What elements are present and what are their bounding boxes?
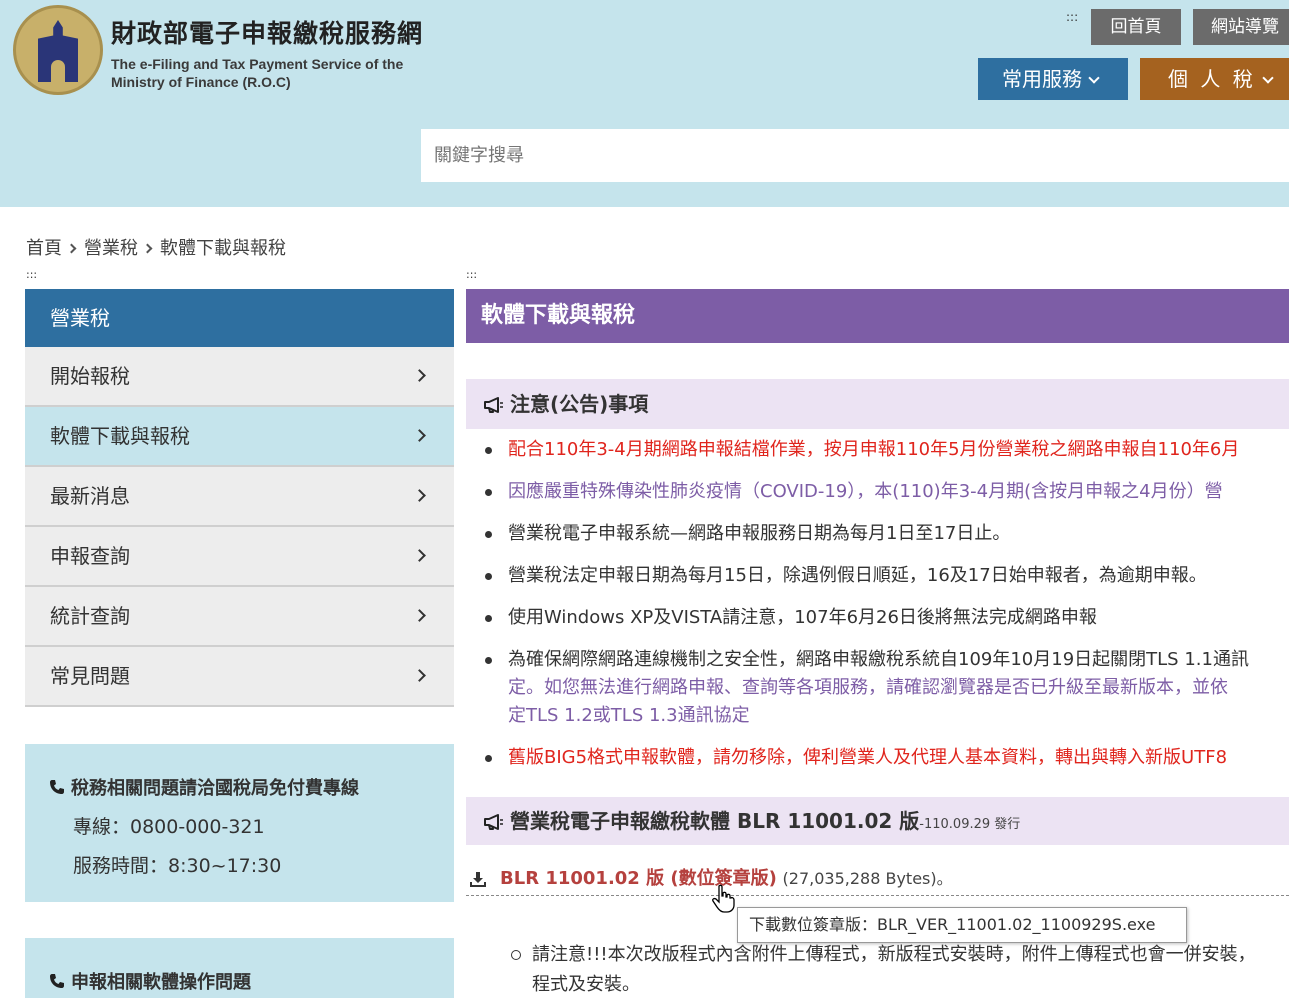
common-services-label: 常用服務 bbox=[1002, 67, 1082, 91]
sidebar-menu: 開始報稅 軟體下載與報稅 最新消息 申報查詢 統計查詢 常見問題 bbox=[25, 347, 454, 707]
site-header: 財政部電子申報繳稅服務網 The e-Filing and Tax Paymen… bbox=[0, 0, 1289, 207]
breadcrumb-home[interactable]: 首頁 bbox=[26, 238, 62, 259]
hand-cursor-icon bbox=[712, 884, 735, 913]
megaphone-icon bbox=[484, 814, 503, 830]
personal-tax-label: 個 人 稅 bbox=[1168, 67, 1256, 91]
hotline-number: 專線：0800-000-321 bbox=[73, 816, 265, 838]
software-section-title: 營業稅電子申報繳稅軟體 BLR 11001.02 版-110.09.29 發行 bbox=[466, 797, 1289, 845]
list-item-tls: 為確保網際網路連線機制之安全性，網路申報繳稅系統自109年10月19日起關閉TL… bbox=[466, 646, 1289, 730]
download-tooltip: 下載數位簽章版：BLR_VER_11001.02_1100929S.exe bbox=[737, 907, 1187, 943]
common-services-button[interactable]: 常用服務 bbox=[978, 58, 1128, 100]
chevron-right-icon bbox=[413, 669, 426, 682]
sidebar-item-filing-query[interactable]: 申報查詢 bbox=[25, 527, 454, 587]
chevron-down-icon bbox=[1088, 72, 1100, 84]
software-support-box: 申報相關軟體操作問題 bbox=[25, 938, 454, 998]
personal-tax-button[interactable]: 個 人 稅 bbox=[1140, 58, 1289, 100]
megaphone-icon bbox=[484, 397, 503, 413]
chevron-right-icon bbox=[413, 369, 426, 382]
site-subtitle: The e-Filing and Tax Payment Service of … bbox=[111, 56, 404, 90]
list-item: 使用Windows XP及VISTA請注意，107年6月26日後將無法完成網路申… bbox=[466, 604, 1289, 632]
sidebar-item-statistics[interactable]: 統計查詢 bbox=[25, 587, 454, 647]
file-size: (27,035,288 Bytes)。 bbox=[782, 869, 953, 888]
sidebar-item-news[interactable]: 最新消息 bbox=[25, 467, 454, 527]
list-item[interactable]: 因應嚴重特殊傳染性肺炎疫情（COVID-19），本(110)年3-4月期(含按月… bbox=[466, 478, 1289, 506]
sidebar-item-start-filing[interactable]: 開始報稅 bbox=[25, 347, 454, 407]
site-title[interactable]: 財政部電子申報繳稅服務網 bbox=[111, 14, 423, 50]
software-support-title: 申報相關軟體操作問題 bbox=[71, 972, 251, 993]
chevron-right-icon bbox=[142, 243, 153, 254]
accesskey-top[interactable]: ::: bbox=[1066, 10, 1078, 24]
sitemap-button[interactable]: 網站導覽 bbox=[1193, 9, 1289, 45]
accesskey-left[interactable]: ::: bbox=[26, 268, 37, 281]
mof-logo-icon[interactable] bbox=[13, 5, 103, 95]
phone-icon bbox=[50, 780, 64, 794]
release-date: -110.09.29 發行 bbox=[919, 817, 1021, 832]
chevron-right-icon bbox=[413, 489, 426, 502]
chevron-down-icon bbox=[1262, 72, 1274, 84]
list-item[interactable]: 舊版BIG5格式申報軟體，請勿移除，俾利營業人及代理人基本資料，轉出與轉入新版U… bbox=[466, 744, 1289, 772]
page-title: 軟體下載與報稅 bbox=[466, 289, 1289, 343]
notice-list: 配合110年3-4月期網路申報結檔作業，按月申報110年5月份營業稅之網路申報自… bbox=[466, 436, 1289, 786]
list-item: 營業稅法定申報日期為每月15日，除遇例假日順延，16及17日始申報者，為逾期申報… bbox=[466, 562, 1289, 590]
service-hours: 服務時間：8:30~17:30 bbox=[73, 855, 282, 877]
sidebar-item-faq[interactable]: 常見問題 bbox=[25, 647, 454, 707]
download-row: BLR 11001.02 版 (數位簽章版) (27,035,288 Bytes… bbox=[466, 862, 1289, 896]
chevron-right-icon bbox=[413, 549, 426, 562]
home-button[interactable]: 回首頁 bbox=[1091, 9, 1181, 45]
breadcrumb-business-tax[interactable]: 營業稅 bbox=[84, 238, 138, 259]
chevron-right-icon bbox=[413, 429, 426, 442]
list-item: 營業稅電子申報系統—網路申報服務日期為每月1日至17日止。 bbox=[466, 520, 1289, 548]
chevron-right-icon bbox=[413, 609, 426, 622]
phone-icon bbox=[50, 974, 64, 988]
accesskey-main[interactable]: ::: bbox=[466, 268, 477, 281]
chevron-right-icon bbox=[66, 243, 77, 254]
sidebar-title: 營業稅 bbox=[25, 289, 454, 347]
hotline-title: 稅務相關問題請洽國稅局免付費專線 bbox=[71, 778, 359, 799]
download-link[interactable]: BLR 11001.02 版 (數位簽章版) bbox=[500, 868, 777, 889]
download-icon bbox=[470, 872, 486, 887]
list-item: 請注意!!!本次改版程式內含附件上傳程式，新版程式安裝時，附件上傳程式也會一併安… bbox=[466, 940, 1289, 998]
hotline-info-box: 稅務相關問題請洽國稅局免付費專線 專線：0800-000-321 服務時間：8:… bbox=[25, 744, 454, 902]
search-input[interactable] bbox=[421, 129, 1289, 182]
notice-section-title: 注意(公告)事項 bbox=[466, 379, 1289, 429]
breadcrumb: 首頁 營業稅 軟體下載與報稅 bbox=[26, 234, 286, 260]
sidebar-item-software-download[interactable]: 軟體下載與報稅 bbox=[25, 407, 454, 467]
list-item[interactable]: 配合110年3-4月期網路申報結檔作業，按月申報110年5月份營業稅之網路申報自… bbox=[466, 436, 1289, 464]
breadcrumb-current: 軟體下載與報稅 bbox=[160, 238, 286, 259]
